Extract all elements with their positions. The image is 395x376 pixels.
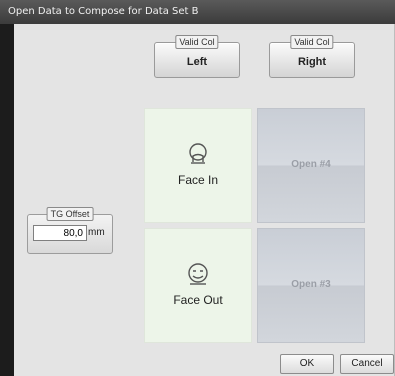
open-3-label: Open #3 xyxy=(291,279,331,290)
slot-face-in[interactable]: Face In xyxy=(144,108,252,223)
tg-offset-group: TG Offset mm xyxy=(27,207,113,254)
dialog-content: Valid Col Left Valid Col Right Face In O… xyxy=(14,24,395,376)
left-column-label: Left xyxy=(186,56,208,68)
tg-offset-input[interactable] xyxy=(33,225,87,241)
slot-open-3[interactable]: Open #3 xyxy=(257,228,365,343)
window-title: Open Data to Compose for Data Set B xyxy=(0,0,395,24)
tg-offset-tag: TG Offset xyxy=(46,207,94,221)
slot-face-out[interactable]: Face Out xyxy=(144,228,252,343)
face-in-icon xyxy=(189,143,207,164)
ok-button[interactable]: OK xyxy=(280,354,334,374)
cancel-button[interactable]: Cancel xyxy=(340,354,394,374)
open-4-label: Open #4 xyxy=(291,159,331,170)
tg-offset-unit: mm xyxy=(88,227,105,238)
face-in-label: Face In xyxy=(177,173,219,187)
face-out-label: Face Out xyxy=(173,293,223,307)
face-out-icon xyxy=(188,263,208,285)
left-column-button[interactable]: Valid Col Left xyxy=(154,35,240,78)
dialog-window: Open Data to Compose for Data Set B Vali… xyxy=(0,0,395,376)
valid-col-tag-left: Valid Col xyxy=(175,35,219,49)
right-column-button[interactable]: Valid Col Right xyxy=(269,35,355,78)
slot-open-4[interactable]: Open #4 xyxy=(257,108,365,223)
valid-col-tag-right: Valid Col xyxy=(290,35,334,49)
right-column-label: Right xyxy=(297,56,327,68)
